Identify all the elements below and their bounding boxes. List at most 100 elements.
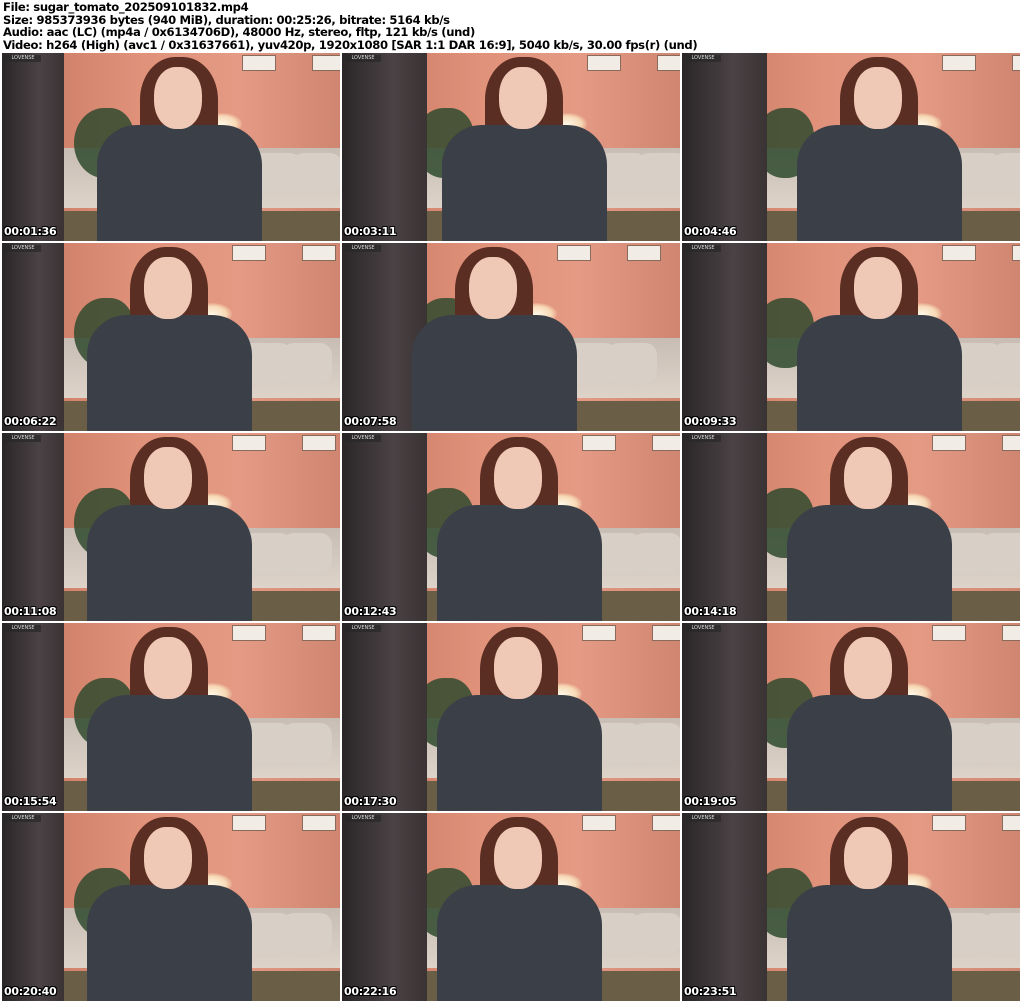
wall-frame <box>302 435 336 451</box>
wall-frame <box>942 245 976 261</box>
wall-frame <box>232 815 266 831</box>
timestamp: 00:12:43 <box>344 605 397 618</box>
wall-frame <box>232 625 266 641</box>
subject-body <box>87 315 252 431</box>
subject-face <box>154 67 202 129</box>
wall-frame <box>302 815 336 831</box>
subject-body <box>87 885 252 1001</box>
video-thumbnail: LOVENSE 00:01:36 <box>2 53 340 241</box>
watermark-logo: LOVENSE <box>345 435 381 442</box>
wall-frame <box>627 245 661 261</box>
subject-face <box>144 827 192 889</box>
wall-frame <box>302 625 336 641</box>
pillow <box>982 913 1020 953</box>
watermark-logo: LOVENSE <box>685 55 721 62</box>
subject-body <box>787 885 952 1001</box>
wall-frame <box>652 625 680 641</box>
watermark-logo: LOVENSE <box>5 245 41 252</box>
subject-body <box>787 695 952 811</box>
subject-face <box>144 257 192 319</box>
thumbnail-grid: LOVENSE 00:01:36 LOVENSE 00:03:11 LOVENS… <box>2 53 1020 1001</box>
subject-face <box>144 637 192 699</box>
wall-frame <box>1012 55 1020 71</box>
wall-frame <box>582 435 616 451</box>
subject-face <box>854 67 902 129</box>
curtain <box>682 243 767 431</box>
wall-frame <box>932 815 966 831</box>
wall-frame <box>232 435 266 451</box>
audio-info: Audio: aac (LC) (mp4a / 0x6134706D), 480… <box>3 25 475 40</box>
curtain <box>342 623 427 811</box>
watermark-logo: LOVENSE <box>685 435 721 442</box>
watermark-logo: LOVENSE <box>345 245 381 252</box>
watermark-logo: LOVENSE <box>5 435 41 442</box>
subject-face <box>844 827 892 889</box>
video-thumbnail: LOVENSE 00:03:11 <box>342 53 680 241</box>
timestamp: 00:09:33 <box>684 415 737 428</box>
subject-face <box>494 447 542 509</box>
timestamp: 00:19:05 <box>684 795 737 808</box>
timestamp: 00:23:51 <box>684 985 737 998</box>
file-info-header: File: sugar_tomato_202509101832.mp4 Size… <box>3 0 698 52</box>
video-thumbnail: LOVENSE 00:20:40 <box>2 813 340 1001</box>
watermark-logo: LOVENSE <box>5 55 41 62</box>
pillow <box>992 153 1020 193</box>
curtain <box>342 433 427 621</box>
timestamp: 00:11:08 <box>4 605 57 618</box>
pillow <box>632 913 680 953</box>
wall-frame <box>1002 625 1020 641</box>
curtain <box>2 53 64 241</box>
video-thumbnail: LOVENSE 00:09:33 <box>682 243 1020 431</box>
watermark-logo: LOVENSE <box>345 55 381 62</box>
subject-body <box>412 315 577 431</box>
timestamp: 00:20:40 <box>4 985 57 998</box>
subject-body <box>787 505 952 621</box>
pillow <box>282 343 332 383</box>
wall-frame <box>232 245 266 261</box>
wall-frame <box>1002 815 1020 831</box>
curtain <box>2 813 64 1001</box>
timestamp: 00:04:46 <box>684 225 737 238</box>
timestamp: 00:03:11 <box>344 225 397 238</box>
curtain <box>342 813 427 1001</box>
video-thumbnail: LOVENSE 00:17:30 <box>342 623 680 811</box>
watermark-logo: LOVENSE <box>685 815 721 822</box>
wall-frame <box>1002 435 1020 451</box>
subject-body <box>437 885 602 1001</box>
video-thumbnail: LOVENSE 00:11:08 <box>2 433 340 621</box>
curtain <box>2 623 64 811</box>
watermark-logo: LOVENSE <box>345 625 381 632</box>
curtain <box>2 243 64 431</box>
video-thumbnail: LOVENSE 00:23:51 <box>682 813 1020 1001</box>
subject-body <box>87 505 252 621</box>
wall-frame <box>557 245 591 261</box>
pillow <box>282 913 332 953</box>
wall-frame <box>1012 245 1020 261</box>
video-thumbnail: LOVENSE 00:12:43 <box>342 433 680 621</box>
pillow <box>607 343 657 383</box>
curtain <box>2 433 64 621</box>
wall-frame <box>657 55 680 71</box>
pillow <box>632 723 680 763</box>
subject-face <box>844 637 892 699</box>
subject-face <box>854 257 902 319</box>
wall-frame <box>652 815 680 831</box>
timestamp: 00:17:30 <box>344 795 397 808</box>
curtain <box>682 623 767 811</box>
pillow <box>982 723 1020 763</box>
watermark-logo: LOVENSE <box>345 815 381 822</box>
watermark-logo: LOVENSE <box>685 625 721 632</box>
video-thumbnail: LOVENSE 00:06:22 <box>2 243 340 431</box>
timestamp: 00:14:18 <box>684 605 737 618</box>
curtain <box>682 813 767 1001</box>
file-name: File: sugar_tomato_202509101832.mp4 <box>3 0 249 14</box>
subject-face <box>469 257 517 319</box>
video-info: Video: h264 (High) (avc1 / 0x31637661), … <box>3 37 698 52</box>
wall-frame <box>312 55 340 71</box>
wall-frame <box>942 55 976 71</box>
watermark-logo: LOVENSE <box>685 245 721 252</box>
wall-frame <box>582 625 616 641</box>
subject-body <box>87 695 252 811</box>
video-thumbnail: LOVENSE 00:07:58 <box>342 243 680 431</box>
wall-frame <box>242 55 276 71</box>
